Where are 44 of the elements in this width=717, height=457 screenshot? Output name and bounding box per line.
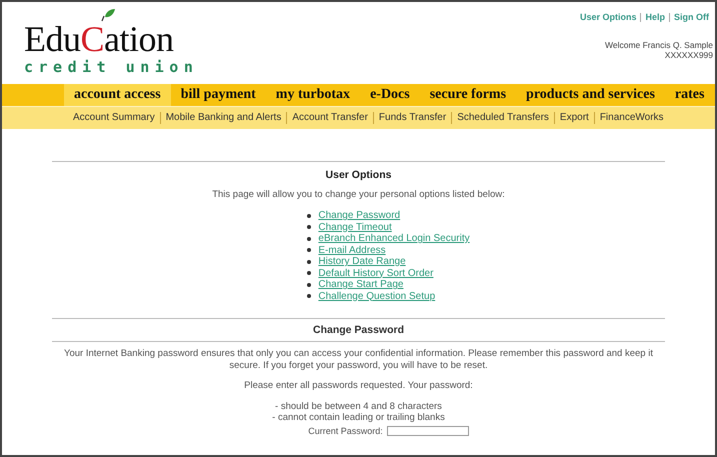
option-link[interactable]: E-mail Address (318, 244, 386, 256)
option-link[interactable]: Change Start Page (318, 279, 404, 290)
option-link[interactable]: Change Timeout (318, 222, 392, 233)
nav-tab[interactable]: products and services (516, 84, 665, 106)
welcome-text: Welcome Francis Q. Sample (604, 40, 713, 50)
bullet-icon (307, 282, 312, 287)
sub-nav-link[interactable]: Scheduled Transfers (451, 112, 554, 124)
instruction-text: Please enter all passwords requested. Your password: (244, 380, 473, 391)
sub-nav-link[interactable]: Account Transfer (286, 112, 373, 124)
nav-tab[interactable]: my turbotax (266, 84, 360, 106)
logo-tagline: credit union (24, 58, 198, 76)
option-link[interactable]: eBranch Enhanced Login Security (318, 233, 470, 244)
option-link[interactable]: Change Password (318, 210, 400, 222)
bullet-icon (307, 225, 312, 230)
sub-nav-link[interactable]: Account Summary (68, 112, 160, 124)
nav-tab[interactable]: e-Docs (360, 84, 420, 106)
sub-nav-link[interactable]: Funds Transfer (372, 112, 452, 124)
password-field[interactable] (386, 426, 469, 436)
logo-wordmark: EduCation (24, 22, 174, 56)
apple-leaf-icon (100, 8, 116, 22)
bullet-icon (307, 248, 312, 252)
sub-nav-link[interactable]: FinanceWorks (594, 112, 669, 124)
nav-tab[interactable]: bill payment (170, 84, 266, 106)
option-link[interactable]: History Date Range (318, 256, 406, 268)
nav-tab[interactable]: secure forms (420, 84, 516, 106)
bullet-icon (307, 260, 312, 264)
option-link[interactable]: Default History Sort Order (318, 268, 434, 279)
option-link[interactable]: Challenge Question Setup (318, 290, 436, 302)
account-number: XXXXXX999 (664, 50, 713, 60)
rule-text: - should be between 4 and 8 characters (275, 401, 442, 412)
bullet-icon (307, 236, 312, 241)
nav-tab[interactable]: rates (664, 84, 714, 106)
section-title: Change Password (312, 324, 404, 336)
bullet-icon (307, 214, 312, 218)
field-label: Current Password: (308, 426, 383, 436)
rule-text: - cannot contain leading or trailing blanks (272, 412, 445, 423)
sub-nav-link[interactable]: Export (554, 112, 594, 124)
nav-tab[interactable]: account access (64, 84, 171, 106)
intro-text: This page will allow you to change your personal options listed below: (212, 189, 505, 200)
explanation-text: Your Internet Banking password ensures that only you can access your confidential information. Please remember this password and keep it secure. If you forget your password, you will have to be reset. (63, 348, 654, 372)
bullet-icon (307, 294, 312, 298)
section-title: User Options (326, 169, 392, 181)
bullet-icon (307, 271, 312, 276)
sub-nav-link[interactable]: Mobile Banking and Alerts (160, 112, 286, 124)
